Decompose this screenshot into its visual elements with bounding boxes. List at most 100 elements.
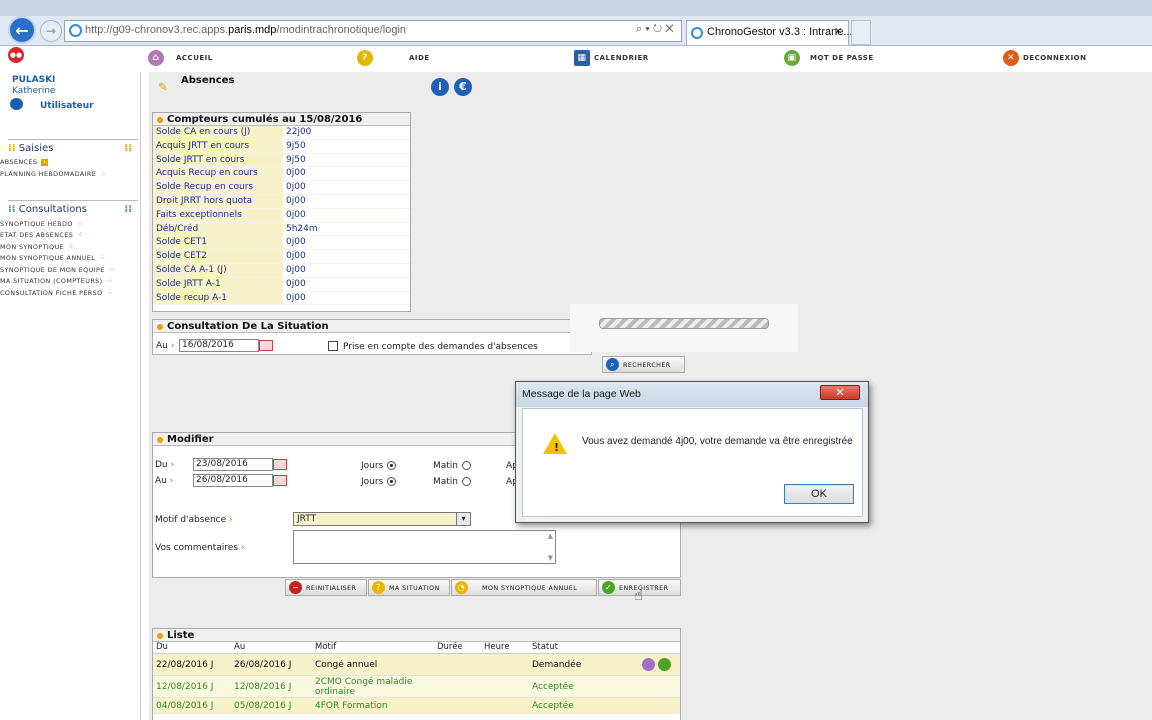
bullet-icon: ⁘ <box>77 230 84 239</box>
compteur-label: Acquis JRTT en cours <box>153 139 283 153</box>
liste-header-row: Du Au Motif Durée Heure Statut <box>153 642 680 654</box>
dots-icon: ⁞⁞ <box>8 204 16 215</box>
row-statut: Acceptée <box>532 700 574 711</box>
ma-situation-button[interactable]: ? MA SITUATION <box>368 579 450 596</box>
row-au: 12/08/2016 J <box>234 681 292 692</box>
du-label: Du › <box>155 460 174 470</box>
menu-calendrier[interactable]: ▦ CALENDRIER <box>574 50 649 66</box>
du-date-field[interactable]: 23/08/2016 <box>193 458 273 471</box>
lock-icon: ▣ <box>784 50 800 66</box>
row-motif: 4FOR Formation <box>315 700 388 711</box>
au-jours-option[interactable]: Jours <box>361 477 397 487</box>
tab-title: ChronoGestor v3.3 : Intrane... <box>707 26 853 38</box>
jours-radio[interactable] <box>387 461 397 470</box>
dialog-message: Vous avez demandé 4j00, votre demande va… <box>582 436 853 447</box>
page-title: Absences <box>181 75 235 86</box>
address-controls[interactable]: ⌕ ▾ ↻ ✕ <box>636 23 674 36</box>
scroll-up-icon[interactable]: ▲ <box>548 532 553 540</box>
au-matin-option[interactable]: Matin <box>433 477 472 487</box>
browser-tab[interactable]: ChronoGestor v3.3 : Intrane... ✕ <box>686 20 853 45</box>
dialog-close-button[interactable]: ✕ <box>820 385 860 400</box>
tab-close-icon[interactable]: ✕ <box>834 26 842 37</box>
sidebar-item-label: ABSENCES <box>0 158 38 166</box>
rechercher-label: RECHERCHER <box>623 360 671 369</box>
table-row[interactable]: 04/08/2016 J 05/08/2016 J 4FOR Formation… <box>153 698 680 714</box>
back-arrow-icon: ← <box>15 20 29 40</box>
compteur-value: 0j00 <box>286 292 306 303</box>
du-jours-option[interactable]: Jours <box>361 461 397 471</box>
compteur-value: 0j00 <box>286 251 306 262</box>
au-date-field[interactable]: 26/08/2016 <box>193 474 273 487</box>
rechercher-button[interactable]: ⌕ RECHERCHER <box>602 356 685 373</box>
motif-select[interactable]: JRTT ▾ <box>293 512 471 526</box>
motif-selected-value: JRTT <box>297 514 317 524</box>
address-bar[interactable]: http://g09-chronov3.rec.apps.paris.mdp/m… <box>64 20 682 42</box>
sidebar-section-consultations: ⁞⁞ Consultations ⁞⁞ <box>8 200 138 215</box>
compteur-label: Solde CET1 <box>153 236 283 250</box>
jours-radio[interactable] <box>387 477 397 486</box>
prise-en-compte-checkbox[interactable] <box>328 341 338 351</box>
chevron-down-icon[interactable]: ▾ <box>456 513 470 525</box>
reinitialiser-label: REINITIALISER <box>306 583 357 592</box>
motif-label: Motif d'absence › <box>155 515 233 525</box>
compteur-row: Solde JRTT en cours 9j50 <box>153 153 410 168</box>
calendar-picker-icon[interactable] <box>273 459 287 470</box>
synoptique-icon: ◔ <box>455 581 468 594</box>
col-du: Du <box>156 642 168 652</box>
table-row[interactable]: 12/08/2016 J 12/08/2016 J 2CMO Congé mal… <box>153 676 680 698</box>
bullet-icon: ⁘ <box>99 253 106 262</box>
menu-aide[interactable]: ? AIDE <box>357 50 430 66</box>
bullet-icon: ⁘ <box>106 276 114 285</box>
user-firstname: Katherine <box>12 86 56 96</box>
consult-date-field[interactable]: 16/08/2016 <box>179 339 259 352</box>
euro-icon[interactable]: € <box>454 78 472 96</box>
menu-accueil[interactable]: ⌂ ACCUEIL <box>148 50 213 66</box>
commentaires-textarea[interactable]: ▲ ▼ <box>293 530 556 564</box>
compteur-value: 0j00 <box>286 237 306 248</box>
compteurs-list: Solde CA en cours (J) 22j00 Acquis JRTT en… <box>153 126 410 306</box>
bullet-icon: ⁘ <box>100 169 107 178</box>
row-motif: 2CMO Congé maladie ordinaire <box>315 676 413 697</box>
compteur-row: Droit JRRT hors quota 0j00 <box>153 194 410 209</box>
forward-button[interactable]: → <box>40 20 62 42</box>
new-tab-button[interactable] <box>851 20 871 45</box>
col-heure: Heure <box>484 642 510 652</box>
reinitialiser-button[interactable]: − REINITIALISER <box>285 579 367 596</box>
situation-icon: ? <box>372 581 385 594</box>
calendar-picker-icon[interactable] <box>259 340 273 351</box>
compteur-row: Solde CA en cours (J) 22j00 <box>153 126 410 140</box>
du-matin-option[interactable]: Matin <box>433 461 472 471</box>
compteur-row: Solde CA A-1 (J) 0j00 <box>153 263 410 278</box>
info-icon[interactable]: i <box>431 78 449 96</box>
user-lastname: PULASKI <box>12 75 56 85</box>
validate-icon[interactable] <box>658 658 671 671</box>
web-message-dialog: Message de la page Web ✕ ! Vous avez dem… <box>515 381 869 523</box>
ok-button[interactable]: OK <box>784 484 854 504</box>
arrow-icon: › <box>170 460 175 470</box>
arrow-icon: › <box>229 515 233 525</box>
back-button[interactable]: ← <box>8 16 36 44</box>
edit-icon[interactable] <box>642 658 655 671</box>
row-du: 04/08/2016 J <box>156 700 214 711</box>
bullet-icon: ⁘ <box>106 288 114 297</box>
compteur-value: 0j00 <box>286 209 306 220</box>
sidebar-item-label: MON SYNOPTIQUE <box>0 243 65 251</box>
col-duree: Durée <box>437 642 463 652</box>
menu-mot-de-passe[interactable]: ▣ MOT DE PASSE <box>784 50 874 66</box>
matin-radio[interactable] <box>462 477 472 486</box>
consult-au-text: Au <box>156 341 168 351</box>
mon-synoptique-annuel-button[interactable]: ◔ MON SYNOPTIQUE ANNUEL <box>451 579 597 596</box>
menu-deconnexion[interactable]: ✕ DECONNEXION <box>1003 50 1087 66</box>
progress-bar <box>599 318 769 329</box>
ma-situation-label: MA SITUATION <box>389 583 440 592</box>
matin-radio[interactable] <box>462 461 472 470</box>
mon-synoptique-annuel-label: MON SYNOPTIQUE ANNUEL <box>482 583 578 592</box>
prise-en-compte-label: Prise en compte des demandes d'absences <box>343 342 538 352</box>
calendar-picker-icon[interactable] <box>273 475 287 486</box>
dialog-title: Message de la page Web <box>516 382 868 407</box>
compteur-row: Solde CET1 0j00 <box>153 236 410 251</box>
table-row[interactable]: 22/08/2016 J 26/08/2016 J Congé annuel D… <box>153 654 680 676</box>
scroll-down-icon[interactable]: ▼ <box>548 554 553 562</box>
au-text: Au <box>155 476 167 486</box>
sidebar-item-label: SYNOPTIQUE DE MON EQUIPE <box>0 266 105 274</box>
